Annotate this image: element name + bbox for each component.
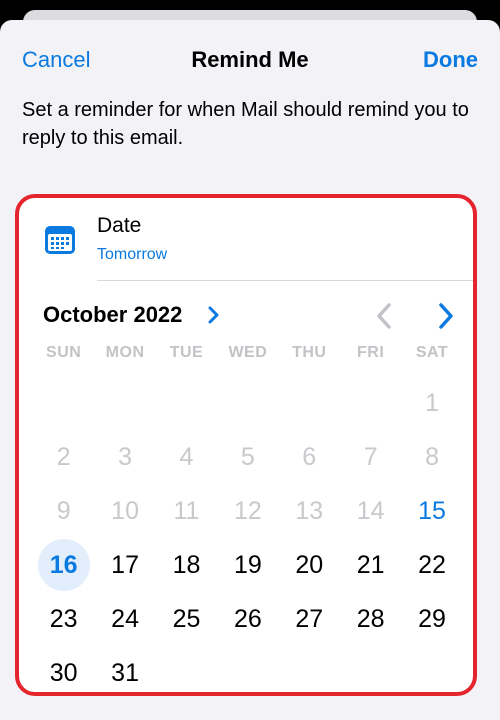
day-number: 22 bbox=[418, 550, 446, 579]
day-number: 10 bbox=[111, 496, 139, 525]
calendar-day: 9 bbox=[33, 484, 94, 538]
day-number: 24 bbox=[111, 604, 139, 633]
day-number: 30 bbox=[49, 658, 78, 687]
previous-month-icon[interactable] bbox=[375, 302, 393, 330]
day-number: 6 bbox=[302, 442, 317, 471]
calendar-day[interactable]: 15 bbox=[401, 484, 462, 538]
weekday-label: THU bbox=[292, 344, 327, 361]
day-number: 7 bbox=[363, 442, 378, 471]
day-number: 18 bbox=[172, 550, 201, 579]
day-number: 28 bbox=[356, 604, 385, 633]
calendar-day[interactable]: 21 bbox=[340, 538, 401, 592]
calendar-day: 13 bbox=[279, 484, 340, 538]
nav-bar: Cancel Remind Me Done bbox=[0, 20, 500, 100]
calendar-day: 3 bbox=[94, 430, 155, 484]
done-button[interactable]: Done bbox=[423, 47, 478, 73]
day-number: 16 bbox=[49, 550, 78, 579]
empty-day-cell bbox=[94, 376, 155, 430]
day-number: 21 bbox=[356, 550, 385, 579]
empty-day-cell bbox=[33, 376, 94, 430]
empty-day-cell bbox=[156, 376, 217, 430]
calendar-day[interactable]: 27 bbox=[279, 592, 340, 646]
calendar-day: 2 bbox=[33, 430, 94, 484]
date-label: Date bbox=[97, 214, 142, 237]
calendar-day: 4 bbox=[156, 430, 217, 484]
calendar-grid: 1 2 3 4 5 6 7 8 9 10 11 12 13 14 15 16 17 18 19 20 21 22 23 24 2… bbox=[33, 376, 463, 692]
date-value: Tomorrow bbox=[97, 246, 168, 263]
day-number: 5 bbox=[240, 442, 255, 471]
calendar-day: 1 bbox=[401, 376, 462, 430]
calendar-day[interactable]: 18 bbox=[156, 538, 217, 592]
day-number: 15 bbox=[418, 496, 446, 525]
calendar-day[interactable]: 25 bbox=[156, 592, 217, 646]
calendar-day[interactable]: 24 bbox=[94, 592, 155, 646]
calendar-day[interactable]: 19 bbox=[217, 538, 278, 592]
day-number: 17 bbox=[111, 550, 139, 579]
weekday-label: MON bbox=[105, 344, 145, 361]
chevron-right-icon[interactable] bbox=[207, 306, 219, 324]
calendar-day: 10 bbox=[94, 484, 155, 538]
calendar-day[interactable]: 20 bbox=[279, 538, 340, 592]
weekday-header: SUN MON TUE WED THU FRI SAT bbox=[33, 344, 463, 362]
calendar-day[interactable]: 22 bbox=[401, 538, 462, 592]
month-year-label[interactable]: October 2022 bbox=[43, 302, 182, 328]
calendar-day[interactable]: 30 bbox=[33, 646, 94, 692]
day-number: 19 bbox=[233, 550, 262, 579]
calendar-day: 5 bbox=[217, 430, 278, 484]
empty-day-cell bbox=[340, 376, 401, 430]
selected-day[interactable]: 16 bbox=[33, 538, 94, 592]
next-month-icon[interactable] bbox=[437, 302, 455, 330]
day-number: 14 bbox=[356, 496, 385, 525]
day-number: 25 bbox=[172, 604, 201, 633]
calendar-day: 7 bbox=[340, 430, 401, 484]
day-number: 3 bbox=[118, 442, 133, 471]
weekday-label: SAT bbox=[415, 344, 449, 361]
calendar-day: 11 bbox=[156, 484, 217, 538]
day-number: 4 bbox=[179, 442, 194, 471]
weekday-label: WED bbox=[228, 344, 268, 361]
calendar-day: 6 bbox=[279, 430, 340, 484]
calendar-day: 8 bbox=[401, 430, 462, 484]
calendar-day: 14 bbox=[340, 484, 401, 538]
day-number: 29 bbox=[418, 604, 446, 633]
empty-day-cell bbox=[217, 376, 278, 430]
calendar-day[interactable]: 31 bbox=[94, 646, 155, 692]
day-number: 31 bbox=[111, 658, 139, 687]
day-number: 2 bbox=[56, 442, 71, 471]
calendar-day[interactable]: 29 bbox=[401, 592, 462, 646]
date-picker-card: Date Tomorrow October 2022 SUN MON TUE W… bbox=[15, 194, 477, 696]
day-number: 26 bbox=[233, 604, 262, 633]
divider bbox=[97, 280, 473, 281]
day-number: 8 bbox=[425, 442, 439, 471]
weekday-label: SUN bbox=[46, 344, 82, 361]
calendar-day: 12 bbox=[217, 484, 278, 538]
calendar-day[interactable]: 23 bbox=[33, 592, 94, 646]
calendar-icon bbox=[45, 226, 75, 254]
day-number: 20 bbox=[295, 550, 324, 579]
day-number: 23 bbox=[49, 604, 78, 633]
day-number: 13 bbox=[295, 496, 324, 525]
day-number: 12 bbox=[233, 496, 262, 525]
calendar-day[interactable]: 26 bbox=[217, 592, 278, 646]
weekday-label: FRI bbox=[357, 344, 385, 361]
description-text: Set a reminder for when Mail should remi… bbox=[22, 99, 469, 149]
calendar-day[interactable]: 28 bbox=[340, 592, 401, 646]
remind-me-sheet: Cancel Remind Me Done Set a reminder for… bbox=[0, 20, 500, 720]
weekday-label: TUE bbox=[169, 344, 204, 361]
day-number: 27 bbox=[295, 604, 324, 633]
day-number: 9 bbox=[56, 496, 71, 525]
calendar-day[interactable]: 17 bbox=[94, 538, 155, 592]
day-number: 1 bbox=[425, 388, 439, 417]
empty-day-cell bbox=[279, 376, 340, 430]
date-row[interactable]: Date Tomorrow bbox=[19, 198, 473, 282]
day-number: 11 bbox=[173, 496, 200, 525]
